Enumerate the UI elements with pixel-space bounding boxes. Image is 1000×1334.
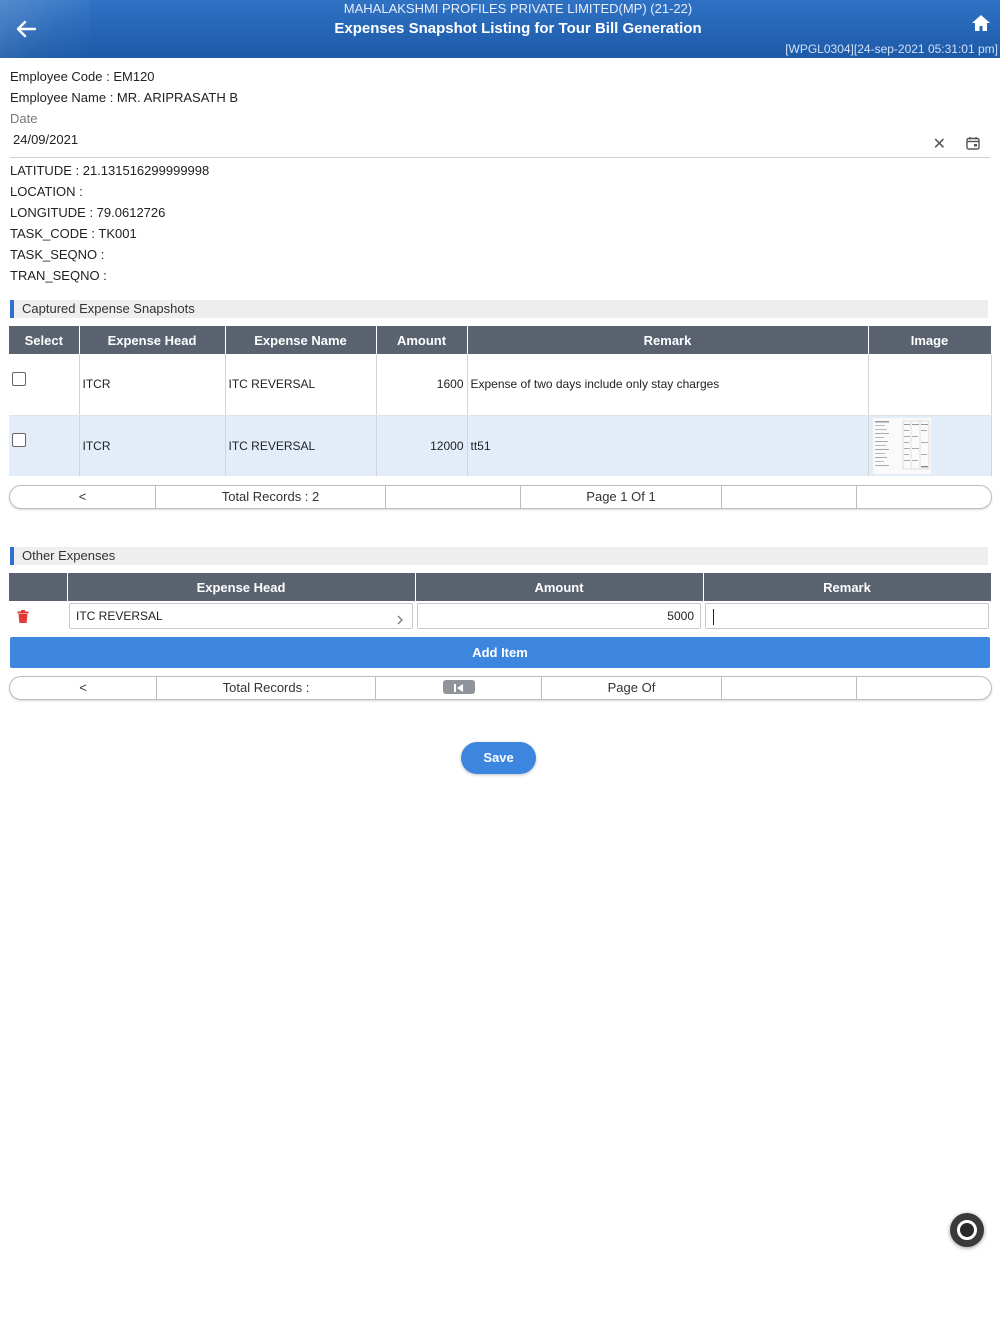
row-select-checkbox[interactable] [12,371,26,386]
page-title: Expenses Snapshot Listing for Tour Bill … [334,20,702,37]
col-expense-name: Expense Name [225,326,377,354]
date-field[interactable]: 24/09/2021 ✕ [10,130,990,158]
expense-head-value: ITC REVERSAL [76,609,163,623]
captured-snapshots-section-title: Captured Expense Snapshots [10,300,988,318]
pager-empty-cell [857,677,991,699]
other-expenses-section-title: Other Expenses [10,547,988,565]
circle-icon [957,1220,977,1240]
delete-cell [9,601,67,631]
amount-cell: 1600 [376,354,468,416]
col-amount: Amount [415,573,704,601]
text-cursor [713,609,714,625]
expense-name-cell: ITC REVERSAL [225,415,377,476]
pager-prev-button[interactable]: < [10,677,157,699]
table-row[interactable]: ITCR ITC REVERSAL 12000 tt51 [9,415,992,476]
col-remark: Remark [467,326,869,354]
amount-cell: 12000 [376,415,468,476]
chevron-right-icon [396,610,404,634]
app-header: MAHALAKSHMI PROFILES PRIVATE LIMITED(MP)… [0,0,1000,58]
first-page-icon[interactable] [442,680,475,694]
pager-prev-button[interactable]: < [10,486,156,508]
remark-cell: Expense of two days include only stay ch… [467,354,869,416]
company-name: MAHALAKSHMI PROFILES PRIVATE LIMITED(MP)… [343,1,693,16]
screen-meta: [WPGL0304][24-sep-2021 05:31:01 pm] [785,42,998,56]
select-cell [9,415,80,476]
image-cell [868,354,992,416]
other-expenses-header-row: Expense Head Amount Remark [9,573,992,601]
col-expense-head: Expense Head [67,573,416,601]
detail-tran-seqno: TRAN_SEQNO : [10,268,107,283]
detail-longitude: LONGITUDE : 79.0612726 [10,205,166,220]
expense-name-cell: ITC REVERSAL [225,354,377,416]
image-cell [868,415,992,476]
other-expenses-table: Expense Head Amount Remark ITC REVERSAL [9,573,992,631]
pager-empty-cell [722,486,857,508]
pager-page-info: Page Of [542,677,722,699]
expense-head-select[interactable]: ITC REVERSAL [69,603,413,629]
select-cell [9,354,80,416]
remark-input[interactable] [705,603,989,629]
pager-total-records: Total Records : [157,677,376,699]
calendar-icon[interactable] [966,136,980,150]
detail-task-seqno: TASK_SEQNO : [10,247,105,262]
col-remark: Remark [703,573,992,601]
add-item-button[interactable]: Add Item [10,637,990,668]
assistive-touch-button[interactable] [950,1213,984,1247]
pager-empty-cell [386,486,521,508]
delete-icon[interactable] [17,610,29,626]
pager-first-cell [376,677,542,699]
col-expense-head: Expense Head [79,326,226,354]
detail-location: LOCATION : [10,184,83,199]
remark-cell: tt51 [467,415,869,476]
other-expenses-pager: < Total Records : Page Of [9,676,992,700]
save-button[interactable]: Save [461,742,536,774]
clear-date-icon[interactable]: ✕ [933,134,946,154]
pager-page-info: Page 1 Of 1 [521,486,722,508]
remark-cell [703,601,991,631]
table-row: ITC REVERSAL 5000 [9,601,991,631]
detail-task-code: TASK_CODE : TK001 [10,226,137,241]
amount-cell: 5000 [415,601,703,631]
snapshots-header-row: Select Expense Head Expense Name Amount … [9,326,992,354]
date-label: Date [10,111,38,126]
col-select: Select [9,326,80,354]
expense-head-cell: ITCR [79,354,226,416]
pager-total-records: Total Records : 2 [156,486,386,508]
amount-input[interactable]: 5000 [417,603,701,629]
col-delete [9,573,68,601]
pager-empty-cell [857,486,991,508]
row-select-checkbox[interactable] [12,433,26,448]
home-icon[interactable] [970,12,992,34]
snapshots-table: Select Expense Head Expense Name Amount … [9,326,992,476]
employee-name: Employee Name : MR. ARIPRASATH B [10,90,239,105]
pager-empty-cell [722,677,857,699]
date-value: 24/09/2021 [13,132,79,147]
snapshots-pager: < Total Records : 2 Page 1 Of 1 [9,485,992,509]
expense-head-cell: ITCR [79,415,226,476]
detail-latitude: LATITUDE : 21.131516299999998 [10,163,210,178]
expense-head-cell: ITC REVERSAL [67,601,415,631]
table-row[interactable]: ITCR ITC REVERSAL 1600 Expense of two da… [9,354,992,416]
col-amount: Amount [376,326,468,354]
col-image: Image [868,326,992,354]
employee-code: Employee Code : EM120 [10,69,155,84]
receipt-thumbnail-image[interactable] [872,417,931,474]
